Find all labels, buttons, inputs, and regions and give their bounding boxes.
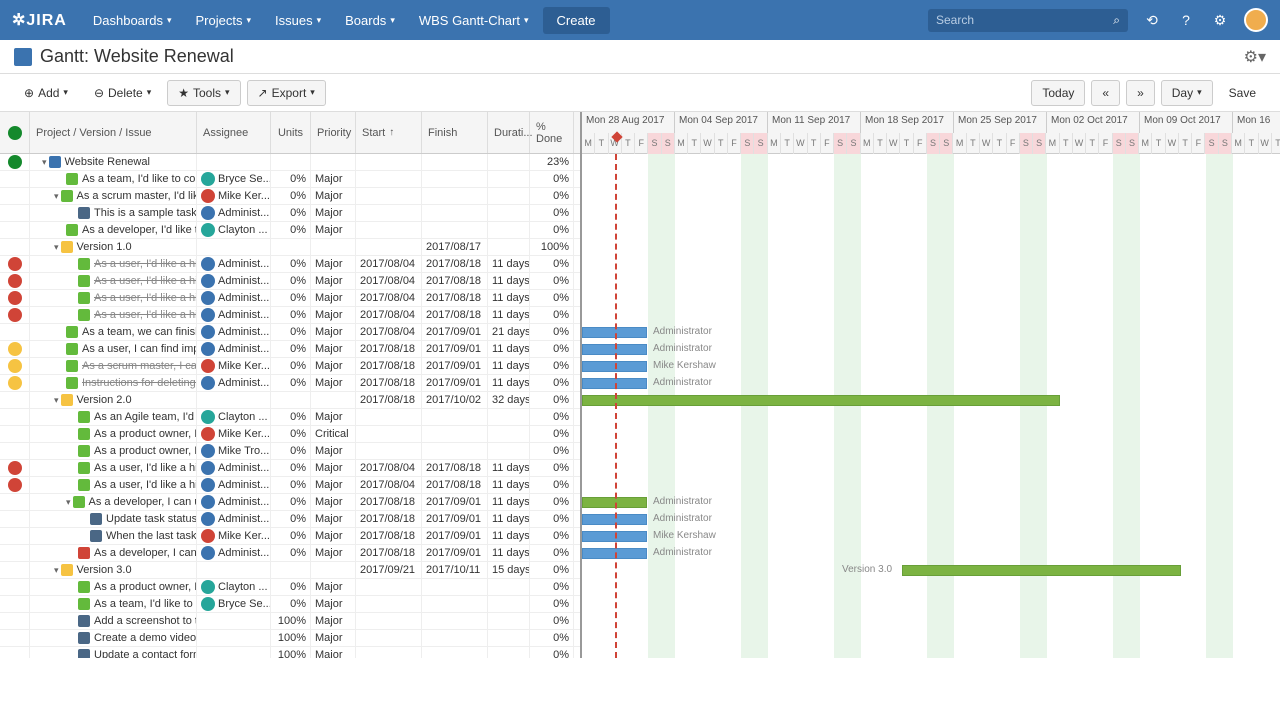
jira-logo: ✲JIRA: [12, 10, 67, 30]
page-header: Gantt: Website Renewal ⚙▾: [0, 40, 1280, 74]
col-units[interactable]: Units: [271, 112, 311, 153]
table-row[interactable]: As a developer, I'd like to ...Clayton .…: [0, 222, 580, 239]
project-icon: [14, 48, 32, 66]
table-row[interactable]: ▾As a developer, I can u...Administ...0%…: [0, 494, 580, 511]
nav-gantt[interactable]: WBS Gantt-Chart▾: [409, 7, 539, 34]
table-row[interactable]: When the last task ...Mike Ker...0%Major…: [0, 528, 580, 545]
help-icon[interactable]: ?: [1176, 10, 1196, 30]
sort-asc-icon: ↑: [389, 127, 394, 138]
table-row[interactable]: ▾Version 3.02017/09/212017/10/1115 days0…: [0, 562, 580, 579]
toolbar: ⊕Add▾ ⊖Delete▾ ★Tools▾ ↗Export▾ Today « …: [0, 74, 1280, 112]
table-row[interactable]: ▾Website Renewal23%: [0, 154, 580, 171]
table-row[interactable]: As a user, I can find impor...Administ..…: [0, 341, 580, 358]
zoom-button[interactable]: Day▾: [1161, 80, 1213, 106]
col-start[interactable]: Start↑: [356, 112, 422, 153]
col-assignee[interactable]: Assignee: [197, 112, 271, 153]
star-icon: ★: [178, 86, 189, 100]
nav-items: Dashboards▾ Projects▾ Issues▾ Boards▾ WB…: [83, 7, 928, 34]
table-row[interactable]: Instructions for deleting t...Administ..…: [0, 375, 580, 392]
table-row[interactable]: As a user, I'd like a hist...Administ...…: [0, 273, 580, 290]
gantt-settings-icon[interactable]: ⚙▾: [1244, 47, 1266, 67]
table-row[interactable]: As a developer, I can u...Administ...0%M…: [0, 545, 580, 562]
grid: Project / Version / Issue Assignee Units…: [0, 112, 582, 658]
table-row[interactable]: As a scrum master, I can s...Mike Ker...…: [0, 358, 580, 375]
page-title: Gantt: Website Renewal: [40, 46, 1244, 67]
save-button[interactable]: Save: [1219, 81, 1266, 105]
table-row[interactable]: As a user, I'd like a hist...Administ...…: [0, 460, 580, 477]
gantt-chart[interactable]: Mon 28 Aug 2017Mon 04 Sep 2017Mon 11 Sep…: [582, 112, 1280, 658]
nav-issues[interactable]: Issues▾: [265, 7, 331, 34]
search-box[interactable]: ⌕: [928, 9, 1128, 32]
user-avatar[interactable]: [1244, 8, 1268, 32]
minus-icon: ⊖: [94, 86, 104, 100]
table-row[interactable]: Update a contact form100%Major0%: [0, 647, 580, 658]
feedback-icon[interactable]: ⟲: [1142, 10, 1162, 30]
table-row[interactable]: As a user, I'd like a hist...Administ...…: [0, 477, 580, 494]
search-icon: ⌕: [1113, 13, 1120, 28]
delete-button[interactable]: ⊖Delete▾: [84, 81, 161, 105]
table-row[interactable]: As a product owner, I'...Clayton ...0%Ma…: [0, 579, 580, 596]
table-row[interactable]: ▾Version 1.02017/08/17100%: [0, 239, 580, 256]
table-row[interactable]: ▾As a scrum master, I'd like ...Mike Ker…: [0, 188, 580, 205]
gantt-body[interactable]: AdministratorAdministratorMike KershawAd…: [582, 154, 1280, 658]
table-row[interactable]: As a team, we can finish t...Administ...…: [0, 324, 580, 341]
plus-icon: ⊕: [24, 86, 34, 100]
caret-icon: ▾: [167, 15, 172, 26]
gantt-header: Mon 28 Aug 2017Mon 04 Sep 2017Mon 11 Sep…: [582, 112, 1280, 154]
search-input[interactable]: [936, 13, 1113, 27]
grid-header: Project / Version / Issue Assignee Units…: [0, 112, 580, 154]
prev-button[interactable]: «: [1091, 80, 1120, 106]
settings-icon[interactable]: ⚙: [1210, 10, 1230, 30]
table-row[interactable]: Add a screenshot to th...100%Major0%: [0, 613, 580, 630]
content: Project / Version / Issue Assignee Units…: [0, 112, 1280, 658]
nav-dashboards[interactable]: Dashboards▾: [83, 7, 182, 34]
col-duration[interactable]: Durati...: [488, 112, 530, 153]
table-row[interactable]: As a user, I'd like a hist...Administ...…: [0, 256, 580, 273]
today-button[interactable]: Today: [1031, 80, 1085, 106]
table-row[interactable]: ▾Version 2.02017/08/182017/10/0232 days0…: [0, 392, 580, 409]
table-row[interactable]: Create a demo video100%Major0%: [0, 630, 580, 647]
today-line: [615, 154, 617, 658]
create-button[interactable]: Create: [543, 7, 610, 34]
table-row[interactable]: As a product owner, I'...Mike Ker...0%Cr…: [0, 426, 580, 443]
table-row[interactable]: As a user, I'd like a hist...Administ...…: [0, 307, 580, 324]
col-done[interactable]: % Done: [530, 112, 574, 153]
table-row[interactable]: As a user, I'd like a hist...Administ...…: [0, 290, 580, 307]
col-priority[interactable]: Priority: [311, 112, 356, 153]
table-row[interactable]: As an Agile team, I'd lik...Clayton ...0…: [0, 409, 580, 426]
export-button[interactable]: ↗Export▾: [247, 80, 326, 106]
col-finish[interactable]: Finish: [422, 112, 488, 153]
table-row[interactable]: As a team, I'd like to com...Bryce Se...…: [0, 171, 580, 188]
table-row[interactable]: This is a sample task. T...Administ...0%…: [0, 205, 580, 222]
tools-button[interactable]: ★Tools▾: [167, 80, 240, 106]
table-row[interactable]: As a product owner, I'...Mike Tro...0%Ma…: [0, 443, 580, 460]
table-row[interactable]: Update task status ...Administ...0%Major…: [0, 511, 580, 528]
top-nav: ✲JIRA Dashboards▾ Projects▾ Issues▾ Boar…: [0, 0, 1280, 40]
gantt-bar[interactable]: [582, 395, 1060, 406]
nav-projects[interactable]: Projects▾: [186, 7, 262, 34]
col-status[interactable]: [0, 112, 30, 153]
grid-body[interactable]: ▾Website Renewal23%As a team, I'd like t…: [0, 154, 580, 658]
table-row[interactable]: As a team, I'd like to es...Bryce Se...0…: [0, 596, 580, 613]
col-name[interactable]: Project / Version / Issue: [30, 112, 197, 153]
nav-boards[interactable]: Boards▾: [335, 7, 405, 34]
gantt-bar[interactable]: [902, 565, 1181, 576]
next-button[interactable]: »: [1126, 80, 1155, 106]
add-button[interactable]: ⊕Add▾: [14, 81, 78, 105]
export-icon: ↗: [258, 86, 268, 100]
